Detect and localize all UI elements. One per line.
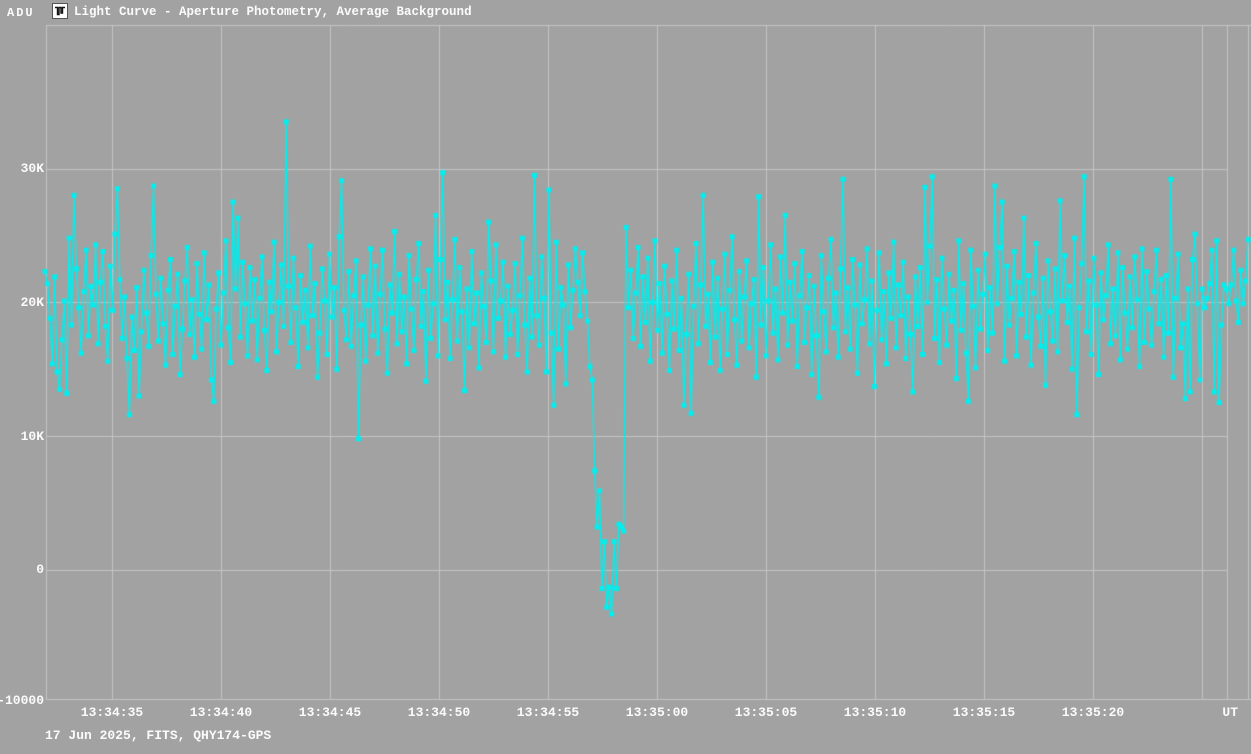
y-tick-label: 20K xyxy=(0,296,44,309)
x-tick-label: 13:34:45 xyxy=(285,706,375,719)
light-curve-icon xyxy=(52,3,68,19)
y-axis-unit-label: ADU xyxy=(7,6,35,20)
x-tick-label: 13:34:50 xyxy=(394,706,484,719)
x-tick-label: 13:35:10 xyxy=(830,706,920,719)
y-tick-label: 0 xyxy=(0,563,44,576)
light-curve-plot[interactable] xyxy=(0,0,1251,754)
x-tick-label: 13:35:00 xyxy=(612,706,702,719)
x-axis-unit-label: UT xyxy=(1196,706,1238,719)
x-tick-label: 13:35:05 xyxy=(721,706,811,719)
y-tick-label: 10K xyxy=(0,430,44,443)
x-tick-label: 13:34:55 xyxy=(503,706,593,719)
x-tick-label: 13:35:15 xyxy=(939,706,1029,719)
light-curve-window: { "header": { "y_axis_unit": "ADU", "tit… xyxy=(0,0,1251,754)
y-tick-label: -10000 xyxy=(0,694,44,707)
y-tick-label: 30K xyxy=(0,162,44,175)
x-tick-label: 13:34:35 xyxy=(67,706,157,719)
recording-info: 17 Jun 2025, FITS, QHY174-GPS xyxy=(45,729,271,742)
window-title: Light Curve - Aperture Photometry, Avera… xyxy=(74,4,472,20)
x-tick-label: 13:34:40 xyxy=(176,706,266,719)
x-tick-label: 13:35:20 xyxy=(1048,706,1138,719)
